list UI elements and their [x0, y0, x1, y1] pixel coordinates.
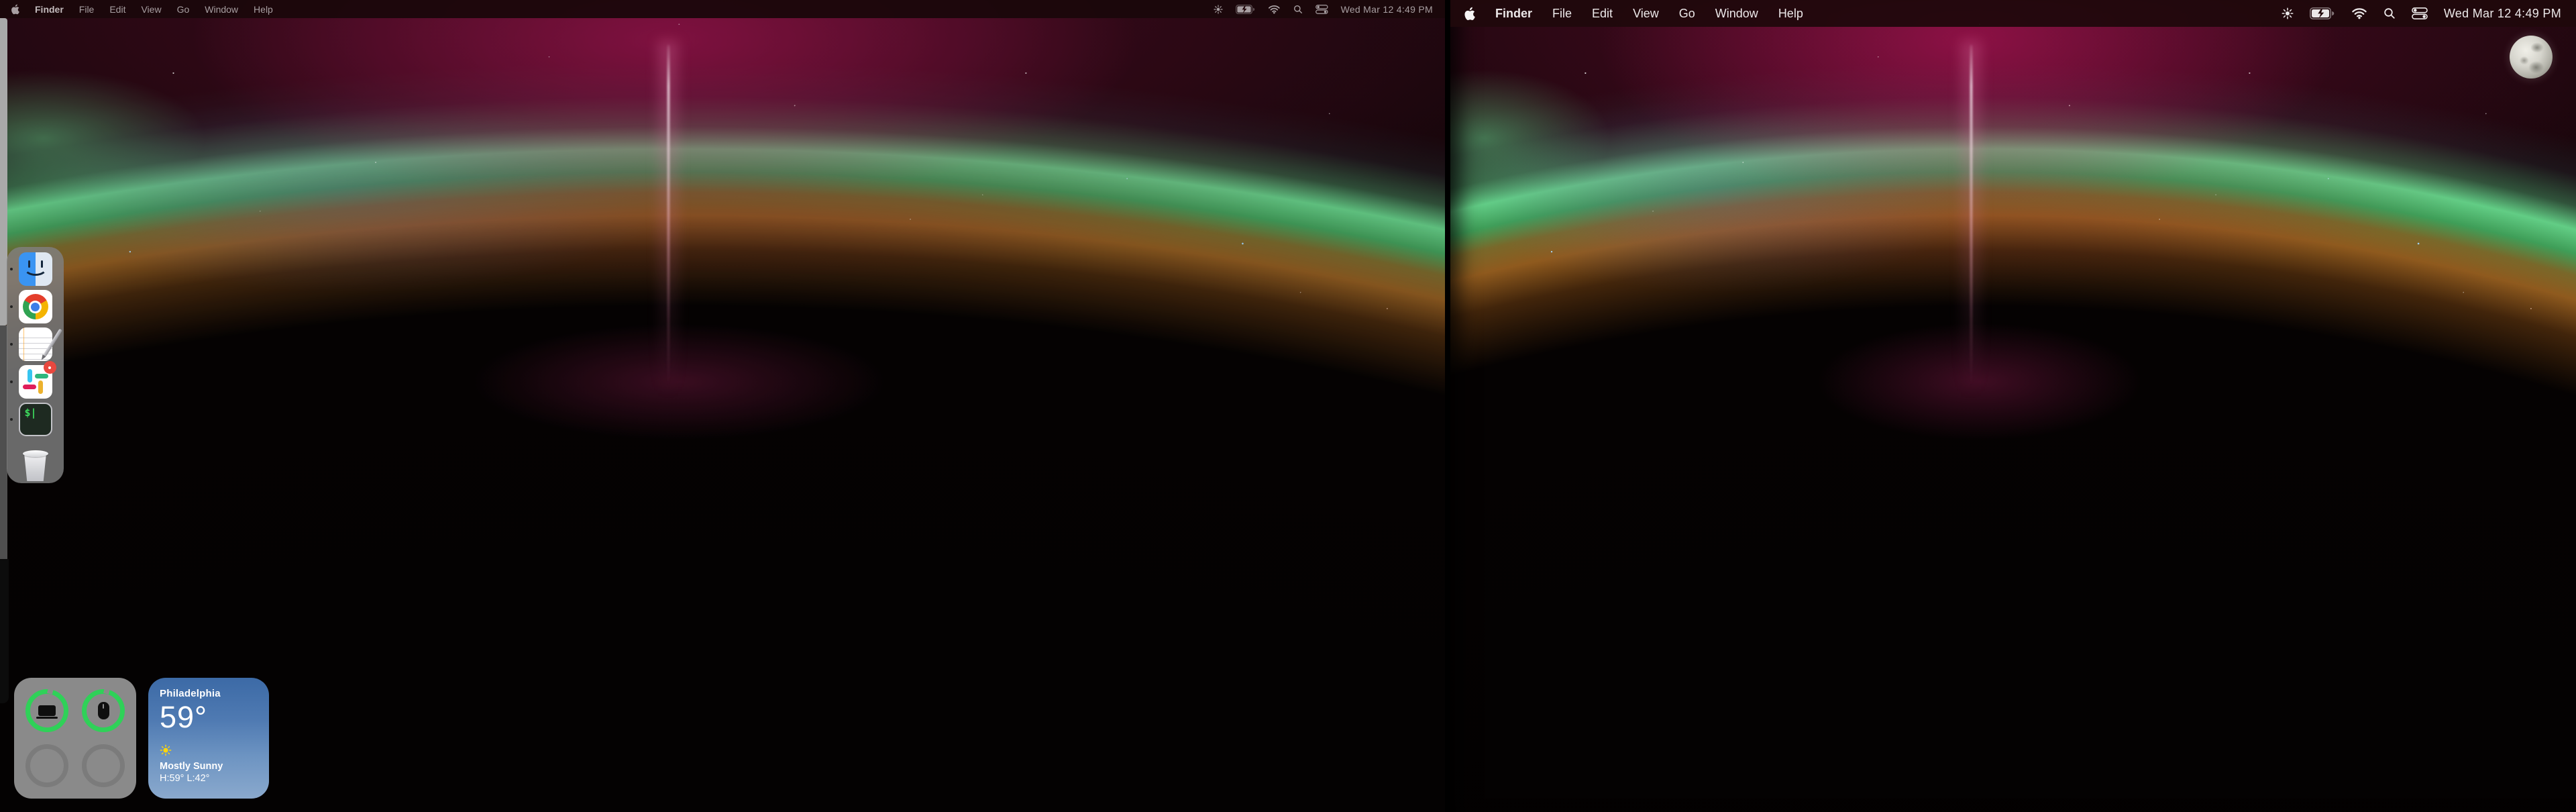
right-display: Finder File Edit View Go Window Help Wed… — [1450, 0, 2576, 812]
menu-item-view[interactable]: View — [141, 4, 161, 15]
wifi-icon[interactable] — [1268, 5, 1281, 14]
dock-item-terminal[interactable]: $| — [19, 403, 52, 436]
dock-item-slack[interactable] — [19, 365, 52, 399]
dock-item-trash[interactable] — [19, 450, 52, 483]
menu-item-help[interactable]: Help — [1778, 7, 1803, 21]
weather-widget[interactable]: Philadelphia 59° Mostly Sunny H:59° L:42… — [148, 678, 269, 799]
empty-battery-ring — [82, 744, 125, 787]
menu-item-window[interactable]: Window — [1715, 7, 1758, 21]
hidden-window-edge[interactable] — [0, 559, 9, 703]
wifi-icon[interactable] — [2351, 7, 2367, 19]
menu-item-edit[interactable]: Edit — [109, 4, 125, 15]
menu-bar: Finder File Edit View Go Window Help Wed… — [0, 0, 1445, 18]
menu-item-view[interactable]: View — [1633, 7, 1659, 21]
status-icons: Wed Mar 12 4:49 PM — [2282, 7, 2561, 21]
batteries-widget[interactable] — [14, 678, 136, 799]
menu-item-go[interactable]: Go — [177, 4, 190, 15]
apple-menu[interactable] — [11, 4, 19, 15]
control-center-icon[interactable] — [1316, 5, 1328, 14]
dock-item-finder[interactable] — [19, 252, 52, 286]
menu-item-file[interactable]: File — [79, 4, 95, 15]
menu-item-edit[interactable]: Edit — [1592, 7, 1613, 21]
pen-glyph — [43, 329, 62, 357]
spotlight-search-icon[interactable] — [1293, 5, 1303, 14]
apple-menu[interactable] — [1464, 7, 1475, 21]
dock: $| — [7, 247, 64, 483]
notes-icon — [19, 327, 52, 361]
weather-condition: Mostly Sunny — [160, 761, 258, 772]
aurora-ray — [667, 45, 669, 386]
menu-item-help[interactable]: Help — [254, 4, 273, 15]
moon-image — [2510, 36, 2553, 79]
left-display: Finder File Edit View Go Window Help Wed… — [0, 0, 1445, 812]
weather-temperature: 59° — [160, 700, 258, 735]
sunburst-settings-icon[interactable] — [1214, 5, 1223, 14]
aurora-wallpaper — [1450, 0, 2576, 812]
dock-item-notes[interactable] — [19, 327, 52, 361]
spotlight-search-icon[interactable] — [2383, 7, 2396, 19]
sun-icon — [160, 744, 258, 756]
status-icons: Wed Mar 12 4:49 PM — [1214, 4, 1433, 15]
mouse-battery-ring — [82, 689, 125, 732]
terminal-prompt: $| — [25, 407, 37, 419]
terminal-icon: $| — [19, 403, 52, 436]
menu-bar: Finder File Edit View Go Window Help Wed… — [1450, 0, 2576, 27]
menubar-clock[interactable]: Wed Mar 12 4:49 PM — [2444, 7, 2561, 21]
menu-item-go[interactable]: Go — [1679, 7, 1695, 21]
finder-icon — [19, 252, 52, 286]
notification-badge — [44, 361, 56, 374]
sunburst-settings-icon[interactable] — [2282, 7, 2294, 19]
trash-icon — [19, 450, 52, 483]
menu-item-file[interactable]: File — [1552, 7, 1572, 21]
dock-item-chrome[interactable] — [19, 290, 52, 323]
weather-city: Philadelphia — [160, 688, 258, 699]
laptop-battery-ring — [25, 689, 68, 732]
empty-battery-ring — [25, 744, 68, 787]
menu-item-finder[interactable]: Finder — [35, 4, 64, 15]
mouse-icon — [98, 702, 109, 719]
menu-item-finder[interactable]: Finder — [1495, 7, 1532, 21]
battery-charging-icon[interactable] — [1236, 5, 1255, 14]
menubar-clock[interactable]: Wed Mar 12 4:49 PM — [1341, 4, 1433, 15]
menu-item-window[interactable]: Window — [205, 4, 238, 15]
chrome-icon — [19, 290, 52, 323]
slack-icon — [19, 365, 52, 399]
laptop-icon — [38, 705, 56, 716]
aurora-ray — [1970, 45, 1972, 386]
weather-high-low: H:59° L:42° — [160, 773, 258, 784]
control-center-icon[interactable] — [2412, 7, 2428, 19]
battery-charging-icon[interactable] — [2310, 7, 2334, 19]
